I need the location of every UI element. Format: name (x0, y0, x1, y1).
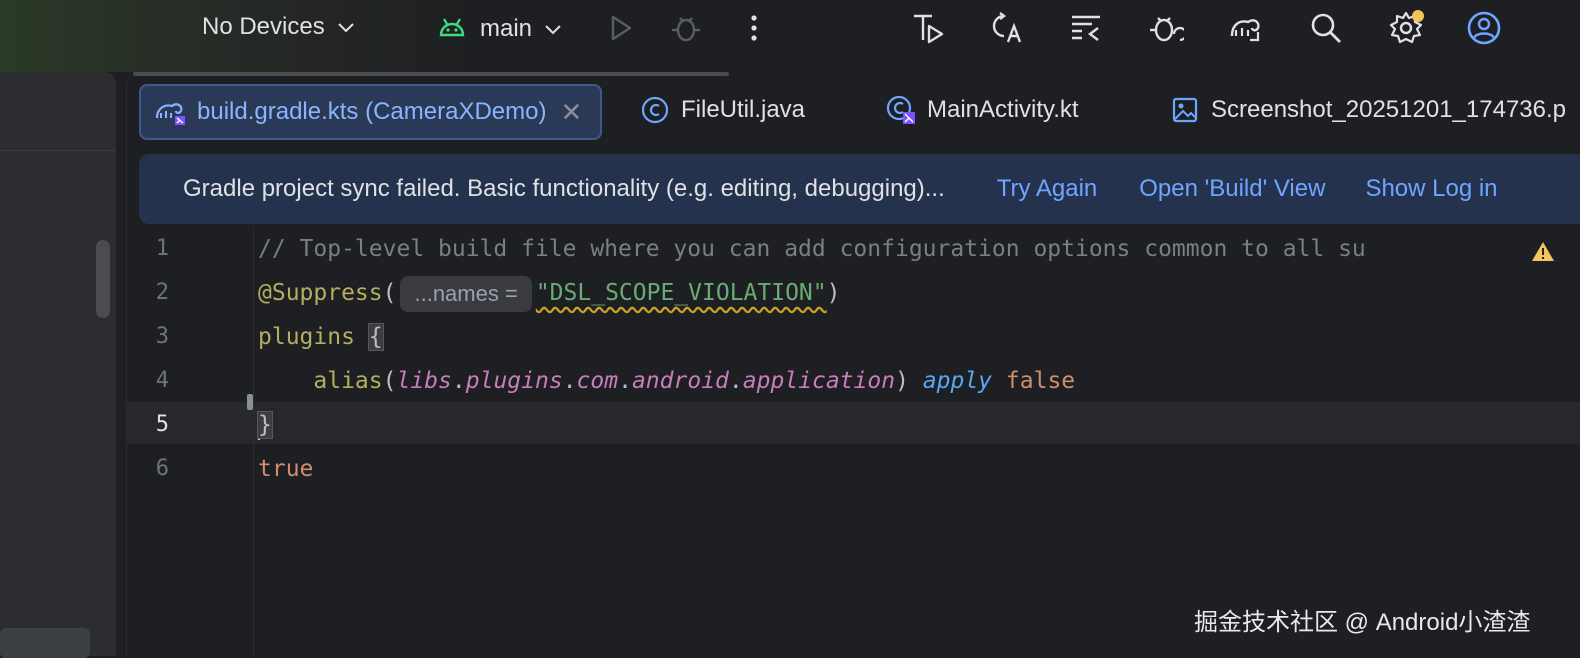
android-icon (438, 15, 466, 44)
translate-icon[interactable] (988, 8, 1028, 48)
device-selector-label: No Devices (202, 13, 325, 40)
panel-bottom-item[interactable] (0, 628, 90, 658)
panel-scrollbar[interactable] (96, 240, 110, 318)
chevron-down-icon (337, 13, 355, 41)
show-log-link[interactable]: Show Log in (1365, 175, 1497, 203)
kotlin-class-icon (885, 94, 917, 126)
line-number-gutter: 1 2 3 4 5 6 (127, 228, 251, 656)
code-paren: ) (895, 368, 909, 394)
line-number: 4 (155, 368, 169, 393)
parameter-hint: ...names = (400, 275, 532, 312)
warning-icon[interactable] (1531, 240, 1555, 264)
project-tool-window (0, 72, 116, 658)
editor-area: build.gradle.kts (CameraXDemo) ✕ FileUti… (126, 72, 1580, 656)
search-icon[interactable] (1306, 8, 1346, 48)
chevron-down-icon (544, 15, 562, 43)
bug-sync-icon[interactable] (1146, 8, 1186, 48)
code-property: android (631, 368, 729, 394)
editor-tabs: build.gradle.kts (CameraXDemo) ✕ FileUti… (127, 82, 1580, 142)
code-property: plugins (465, 368, 563, 394)
code-string: "DSL_SCOPE_VIOLATION" (535, 280, 827, 306)
matched-brace: { (367, 323, 384, 351)
settings-icon[interactable] (1386, 8, 1426, 48)
code-function: plugins (258, 324, 355, 350)
line-number: 6 (155, 456, 169, 481)
gradle-sync-banner: Gradle project sync failed. Basic functi… (139, 154, 1580, 224)
code-line-4[interactable]: alias(libs.plugins.com.android.applicati… (258, 360, 1075, 402)
matched-brace: } (257, 411, 273, 439)
tab-scrollbar[interactable] (133, 72, 729, 76)
java-class-icon (639, 94, 671, 126)
banner-message: Gradle project sync failed. Basic functi… (183, 175, 945, 202)
current-line-highlight (127, 402, 1580, 444)
code-line-5[interactable]: } (257, 404, 273, 446)
tab-label: MainActivity.kt (927, 96, 1079, 123)
main-toolbar: No Devices main (0, 0, 1580, 72)
code-line-6[interactable]: true (258, 448, 313, 490)
fold-marker[interactable] (247, 394, 253, 410)
run-config-label: main (480, 15, 533, 42)
tab-fileutil[interactable]: FileUtil.java (639, 84, 805, 136)
code-paren: ( (382, 368, 397, 394)
code-property: libs (396, 368, 452, 394)
more-icon[interactable] (734, 8, 774, 48)
tab-screenshot[interactable]: Screenshot_20251201_174736.p (1169, 84, 1566, 136)
gutter-divider (253, 228, 254, 656)
code-function: alias (313, 368, 383, 394)
line-number: 1 (155, 236, 169, 261)
line-number: 3 (155, 324, 169, 349)
tab-build-gradle[interactable]: build.gradle.kts (CameraXDemo) ✕ (139, 84, 603, 140)
code-property: application (742, 368, 896, 394)
watermark-text: 掘金技术社区 @ Android小渣渣 (1194, 609, 1531, 636)
code-paren: ( (382, 280, 397, 306)
run-test-icon[interactable] (908, 8, 948, 48)
image-file-icon (1169, 94, 1201, 126)
code-keyword: true (258, 456, 314, 482)
code-paren: ) (826, 280, 841, 306)
code-comment: // Top-level build file where you can ad… (258, 236, 1366, 262)
line-number: 2 (155, 280, 169, 305)
gradle-kts-icon (155, 96, 187, 128)
panel-divider (0, 150, 116, 151)
code-line-2[interactable]: @Suppress(...names = "DSL_SCOPE_VIOLATION… (258, 272, 840, 314)
tab-label: build.gradle.kts (CameraXDemo) (197, 98, 547, 125)
settings-notification-badge (1412, 10, 1424, 22)
tab-label: FileUtil.java (681, 96, 806, 123)
code-annotation: @Suppress (258, 280, 383, 306)
run-config-selector[interactable]: main (438, 12, 562, 46)
code-property: com (576, 368, 619, 394)
tab-mainactivity[interactable]: MainActivity.kt (885, 84, 1079, 136)
account-icon[interactable] (1464, 8, 1504, 48)
git-changes-icon[interactable] (1066, 8, 1106, 48)
gradle-sync-icon[interactable] (1226, 8, 1266, 48)
close-icon[interactable]: ✕ (560, 97, 582, 128)
open-build-view-link[interactable]: Open 'Build' View (1139, 175, 1325, 203)
code-line-3[interactable]: plugins { (258, 316, 384, 358)
tab-label: Screenshot_20251201_174736.p (1211, 96, 1566, 123)
run-icon[interactable] (600, 8, 640, 48)
device-selector[interactable]: No Devices (202, 10, 355, 44)
code-infix-function: apply (922, 368, 993, 394)
line-number-current: 5 (155, 412, 169, 437)
code-line-1[interactable]: // Top-level build file where you can ad… (258, 228, 1366, 270)
debug-icon[interactable] (666, 8, 706, 48)
code-keyword: false (1005, 368, 1076, 394)
try-again-link[interactable]: Try Again (997, 175, 1098, 203)
